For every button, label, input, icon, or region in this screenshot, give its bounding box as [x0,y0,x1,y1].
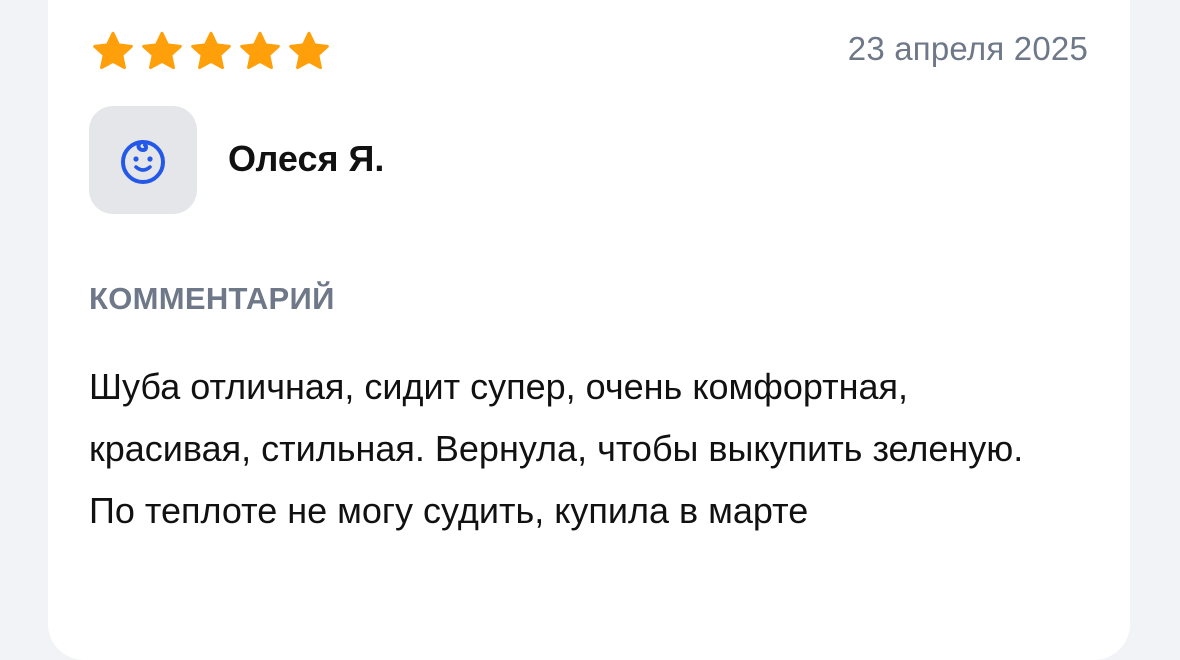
review-card [48,0,1130,660]
star-icon [93,31,133,70]
star-icon [191,31,231,70]
star-icon [289,31,329,70]
avatar [89,106,197,214]
comment-label: КОММЕНТАРИЙ [89,281,335,316]
star-icon [142,31,182,70]
baby-face-icon [121,140,165,184]
review-date: 23 апреля 2025 [847,30,1088,67]
author-name: Олеся Я. [228,138,385,179]
star-icon [240,31,280,70]
rating-stars [90,31,332,71]
comment-text: Шуба отличная, сидит супер, очень комфор… [89,366,1024,531]
